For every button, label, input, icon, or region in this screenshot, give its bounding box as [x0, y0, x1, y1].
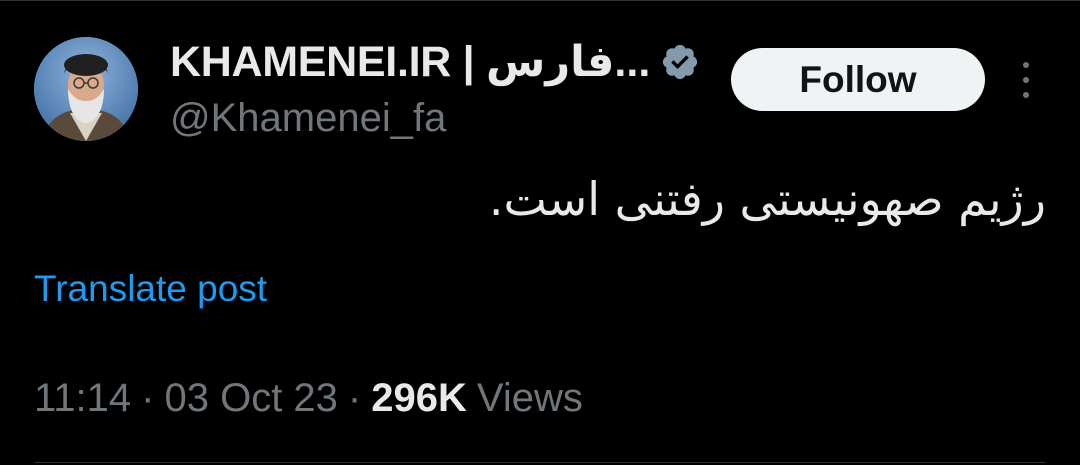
post-date[interactable]: 03 Oct 23 [164, 376, 337, 421]
profile-avatar[interactable] [34, 37, 138, 141]
views-label[interactable]: Views [477, 376, 583, 421]
author-handle[interactable]: @Khamenei_fa [170, 96, 446, 141]
top-divider [0, 0, 1080, 1]
more-dot [1023, 92, 1029, 98]
meta-separator: · [347, 376, 362, 420]
author-display-name[interactable]: KHAMENEI.IR | فارس... [170, 37, 651, 87]
avatar-portrait-icon [34, 37, 138, 141]
more-dot [1023, 77, 1029, 83]
post-time[interactable]: 11:14 [34, 376, 131, 421]
more-dot [1023, 62, 1029, 68]
translate-post-link[interactable]: Translate post [34, 268, 267, 310]
author-name-row[interactable]: KHAMENEI.IR | فارس... [170, 38, 700, 86]
more-options-icon[interactable] [1012, 60, 1040, 100]
verified-badge-icon[interactable] [660, 42, 700, 82]
post-text: رژیم صهونیستی رفتنی است. [488, 172, 1046, 226]
post-meta: 11:14 · 03 Oct 23 · 296K Views [34, 376, 583, 421]
bottom-divider [34, 462, 1046, 463]
views-count[interactable]: 296K [371, 376, 467, 421]
follow-button[interactable]: Follow [731, 48, 985, 111]
meta-separator: · [141, 376, 155, 420]
